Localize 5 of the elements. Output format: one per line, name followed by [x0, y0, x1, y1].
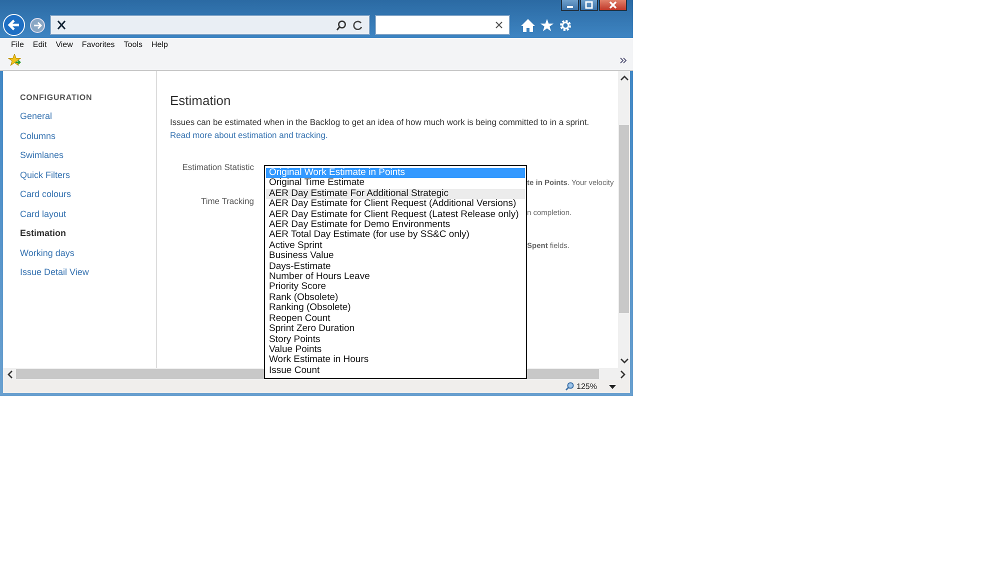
- page-title: Estimation: [170, 93, 231, 108]
- sidebar-heading: CONFIGURATION: [20, 93, 94, 102]
- field-label: Time Tracking: [200, 195, 254, 208]
- field-label: Estimation Statistic: [181, 161, 254, 174]
- intro-text: Issues can be estimated when in the Backlog to get an idea of how much work is being committed to in a sprint.: [170, 117, 590, 127]
